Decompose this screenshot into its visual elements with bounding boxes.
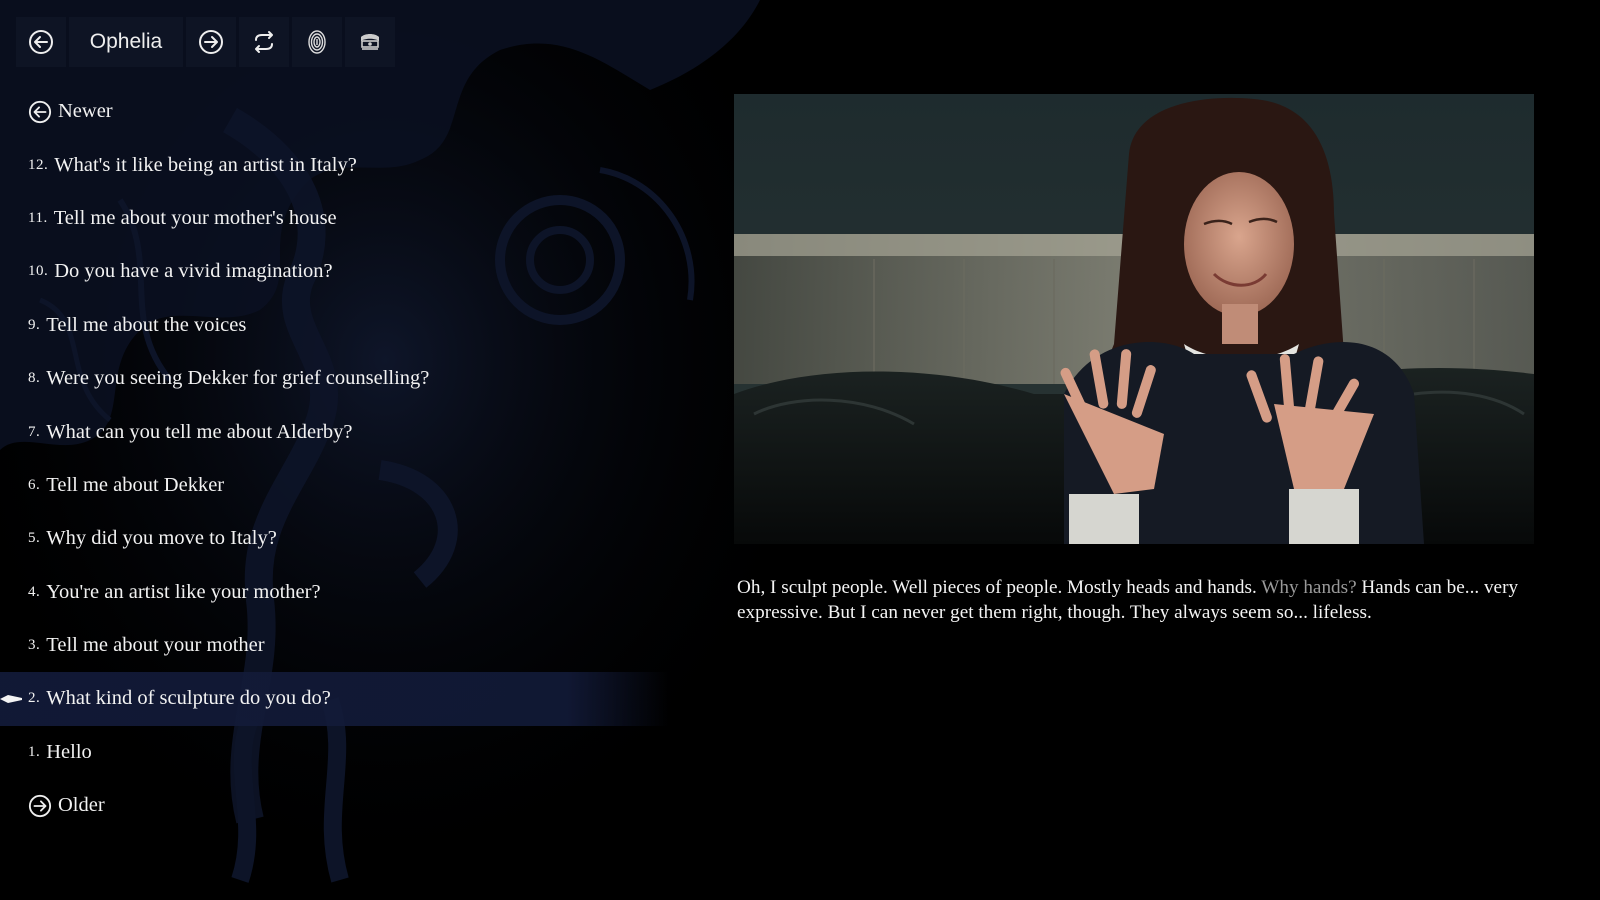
question-number: 7. (28, 423, 41, 440)
question-text: Tell me about your mother (46, 634, 265, 657)
question-item[interactable]: 12. What's it like being an artist in Ita… (0, 138, 668, 191)
question-text: Hello (46, 740, 92, 763)
replay-button[interactable] (239, 17, 289, 67)
question-text: You're an artist like your mother? (46, 580, 321, 603)
question-item[interactable]: 2. What kind of sculpture do you do? (0, 672, 668, 726)
subtitle-reply: Why hands? (1261, 577, 1357, 598)
question-text: Why did you move to Italy? (46, 527, 277, 550)
older-button[interactable]: Older (0, 779, 668, 832)
question-text: What's it like being an artist in Italy? (54, 153, 357, 176)
question-number: 8. (28, 370, 41, 387)
badge-button[interactable] (345, 17, 395, 67)
question-number: 9. (28, 316, 41, 333)
arrow-left-circle-icon (29, 30, 53, 54)
question-item[interactable]: 11. Tell me about your mother's house (0, 192, 668, 245)
question-item[interactable]: 3. Tell me about your mother (0, 619, 668, 672)
character-name-label: Ophelia (69, 17, 183, 67)
game-screen: Ophelia Newer 12. What's it like being a… (0, 0, 1600, 900)
question-text: What kind of sculpture do you do? (46, 687, 331, 710)
previous-character-button[interactable] (16, 17, 66, 67)
question-text: Tell me about your mother's house (53, 206, 337, 229)
question-item[interactable]: 9. Tell me about the voices (0, 299, 668, 352)
selection-pointer-icon (0, 694, 22, 703)
question-item[interactable]: 6. Tell me about Dekker (0, 459, 668, 512)
video-clip[interactable] (734, 94, 1534, 544)
next-character-button[interactable] (186, 17, 236, 67)
question-number: 6. (28, 476, 41, 493)
subtitle-text: Oh, I sculpt people. Well pieces of peop… (737, 575, 1537, 625)
arrow-right-circle-icon (28, 794, 52, 817)
question-list: Newer 12. What's it like being an artist … (0, 85, 668, 832)
question-text: Were you seeing Dekker for grief counsel… (46, 367, 430, 390)
question-item[interactable]: 10. Do you have a vivid imagination? (0, 245, 668, 298)
repeat-icon (255, 31, 273, 53)
question-text: What can you tell me about Alderby? (46, 420, 353, 443)
question-number: 4. (28, 583, 41, 600)
video-frame-image (734, 94, 1534, 544)
question-text: Do you have a vivid imagination? (54, 260, 333, 283)
arrow-left-circle-icon (28, 100, 52, 123)
older-label: Older (58, 794, 105, 817)
question-number: 5. (28, 530, 41, 547)
subtitle-line-a: Oh, I sculpt people. Well pieces of peop… (737, 577, 1257, 598)
question-text: Tell me about Dekker (46, 473, 225, 496)
question-number: 3. (28, 637, 41, 654)
question-number: 1. (28, 743, 41, 760)
question-number: 2. (28, 690, 41, 707)
arrow-right-circle-icon (199, 30, 223, 54)
character-toolbar: Ophelia (16, 17, 395, 67)
question-number: 12. (28, 156, 49, 173)
badge-icon (361, 34, 379, 50)
newer-button[interactable]: Newer (0, 85, 668, 138)
question-item[interactable]: 7. What can you tell me about Alderby? (0, 405, 668, 458)
fingerprint-icon (308, 30, 326, 54)
question-number: 11. (28, 209, 48, 226)
question-item[interactable]: 4. You're an artist like your mother? (0, 566, 668, 619)
question-item[interactable]: 1. Hello (0, 726, 668, 779)
fingerprint-button[interactable] (292, 17, 342, 67)
question-item[interactable]: 8. Were you seeing Dekker for grief couns… (0, 352, 668, 405)
question-text: Tell me about the voices (46, 313, 247, 336)
question-number: 10. (28, 263, 49, 280)
newer-label: Newer (58, 100, 113, 123)
question-item[interactable]: 5. Why did you move to Italy? (0, 512, 668, 565)
